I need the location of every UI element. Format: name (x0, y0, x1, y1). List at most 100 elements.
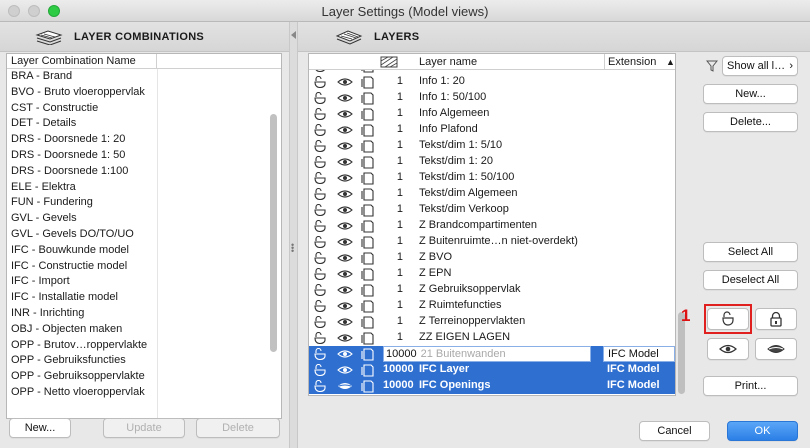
layers-table-header[interactable]: Layer name Extension ▲ (309, 54, 675, 70)
combination-list-item[interactable]: OPP - Brutov…roppervlakte (7, 338, 281, 354)
combination-list-item[interactable]: INR - Inrichting (7, 306, 281, 322)
extension-column[interactable]: Extension (608, 56, 656, 68)
wireframe-icon[interactable] (361, 172, 375, 185)
layer-row[interactable]: 1 Z Gebruiksoppervlak (309, 282, 675, 298)
combination-name-column[interactable]: Layer Combination Name (7, 54, 157, 68)
layer-name-edit-field[interactable]: 10000 21 Buitenwanden (383, 346, 591, 362)
layer-row[interactable]: 1 Info Plafond (309, 122, 675, 138)
wireframe-icon[interactable] (361, 364, 375, 377)
wireframe-icon[interactable] (361, 220, 375, 233)
lock-state-icon[interactable] (313, 363, 327, 377)
layer-row[interactable]: 1 Z Buitenruimte…n niet-overdekt) (309, 234, 675, 250)
visibility-icon[interactable] (337, 140, 353, 152)
wireframe-icon[interactable] (361, 348, 375, 361)
delete-layer-button[interactable]: Delete... (703, 112, 798, 132)
visibility-icon[interactable] (337, 92, 353, 104)
collapse-arrow-icon[interactable] (291, 31, 296, 39)
visibility-icon[interactable] (337, 268, 353, 280)
lock-state-icon[interactable] (313, 171, 327, 185)
print-button[interactable]: Print... (703, 376, 798, 396)
combination-list-item[interactable]: DRS - Doorsnede 1:100 (7, 164, 281, 180)
combination-list-item[interactable]: BVO - Bruto vloeroppervlak (7, 85, 281, 101)
lock-state-icon[interactable] (313, 75, 327, 89)
padlock-button[interactable] (755, 308, 797, 330)
combination-list-item[interactable]: IFC - Installatie model (7, 290, 281, 306)
wireframe-icon[interactable] (361, 92, 375, 105)
combination-list-item[interactable]: DET - Details (7, 116, 281, 132)
wireframe-icon[interactable] (361, 124, 375, 137)
lock-state-icon[interactable] (313, 299, 327, 313)
layer-row[interactable]: 1 Info Algemeen (309, 106, 675, 122)
wireframe-icon[interactable] (361, 380, 375, 393)
layer-row[interactable]: 1 Z Ruimtefuncties (309, 298, 675, 314)
layer-row[interactable]: 10000 IFC Openings IFC Model (309, 378, 675, 394)
visibility-icon[interactable] (337, 124, 353, 136)
visibility-icon[interactable] (337, 188, 353, 200)
combination-list-item[interactable]: OPP - Gebruiksfuncties (7, 353, 281, 369)
combination-list-item[interactable]: DRS - Doorsnede 1: 50 (7, 148, 281, 164)
hide-layer-button[interactable] (755, 338, 797, 360)
wireframe-icon[interactable] (361, 332, 375, 345)
lock-state-icon[interactable] (313, 187, 327, 201)
combination-list-item[interactable]: IFC - Bouwkunde model (7, 243, 281, 259)
lock-state-icon[interactable] (313, 91, 327, 105)
combination-list-item[interactable]: GVL - Gevels DO/TO/UO (7, 227, 281, 243)
layer-row[interactable]: 10000 IFC Layer IFC Model (309, 362, 675, 378)
wireframe-icon[interactable] (361, 140, 375, 153)
combination-list-item[interactable]: IFC - Import (7, 274, 281, 290)
combination-list-item[interactable]: IFC - Constructie model (7, 259, 281, 275)
lock-state-icon[interactable] (313, 251, 327, 265)
lock-state-icon[interactable] (313, 155, 327, 169)
panel-splitter[interactable]: • • • (289, 22, 298, 448)
lock-state-icon[interactable] (313, 123, 327, 137)
combination-list-item[interactable]: OPP - Netto vloeroppervlak (7, 385, 281, 401)
combination-list-item[interactable]: OPP - Gebruiksoppervlakte (7, 369, 281, 385)
combination-list-item[interactable]: ELE - Elektra (7, 180, 281, 196)
cancel-button[interactable]: Cancel (639, 421, 710, 441)
visibility-icon[interactable] (337, 76, 353, 88)
visibility-icon[interactable] (337, 108, 353, 120)
visibility-icon[interactable] (337, 220, 353, 232)
visibility-icon[interactable] (337, 156, 353, 168)
layer-row[interactable]: 1 Info 1: 20 (309, 74, 675, 90)
combination-list-item[interactable]: GVL - Gevels (7, 211, 281, 227)
combination-list-item[interactable]: DRS - Doorsnede 1: 20 (7, 132, 281, 148)
lock-state-icon[interactable] (313, 347, 327, 361)
layer-combinations-list[interactable]: Layer Combination Name BRA - Brand BVO - … (6, 53, 282, 419)
layer-row[interactable]: 1 Z Brandcompartimenten (309, 218, 675, 234)
layer-row[interactable]: 1 Z BVO (309, 250, 675, 266)
extension-edit-field[interactable]: IFC Model (603, 346, 675, 362)
lock-state-icon[interactable] (313, 331, 327, 345)
visibility-icon[interactable] (337, 204, 353, 216)
ok-button[interactable]: OK (727, 421, 798, 441)
sort-ascending-icon[interactable]: ▲ (666, 57, 675, 67)
visibility-icon[interactable] (337, 348, 353, 360)
select-all-button[interactable]: Select All (703, 242, 798, 262)
update-combination-button[interactable]: Update (103, 418, 185, 438)
wireframe-icon[interactable] (361, 156, 375, 169)
wireframe-icon[interactable] (361, 236, 375, 249)
wireframe-icon[interactable] (361, 284, 375, 297)
delete-combination-button[interactable]: Delete (196, 418, 280, 438)
wireframe-icon[interactable] (361, 188, 375, 201)
lock-state-icon[interactable] (313, 203, 327, 217)
visibility-icon[interactable] (337, 332, 353, 344)
layer-row[interactable]: 1 ZZ EIGEN LAGEN (309, 330, 675, 346)
lock-state-icon[interactable] (313, 267, 327, 281)
new-layer-button[interactable]: New... (703, 84, 798, 104)
wireframe-icon[interactable] (361, 300, 375, 313)
layer-row[interactable]: 1 Tekst/dim 1: 5/10 (309, 138, 675, 154)
wireframe-icon[interactable] (361, 76, 375, 89)
deselect-all-button[interactable]: Deselect All (703, 270, 798, 290)
wireframe-icon[interactable] (361, 108, 375, 121)
layer-row[interactable]: 10000 21 Buitenwanden IFC Model (309, 346, 675, 362)
visibility-icon[interactable] (337, 172, 353, 184)
visibility-icon[interactable] (337, 284, 353, 296)
lock-state-icon[interactable] (313, 283, 327, 297)
lock-state-icon[interactable] (313, 235, 327, 249)
visibility-icon[interactable] (337, 300, 353, 312)
wireframe-icon[interactable] (361, 316, 375, 329)
visibility-icon[interactable] (337, 236, 353, 248)
visibility-icon[interactable] (337, 380, 352, 392)
layer-row[interactable]: 1 Z EPN (309, 266, 675, 282)
